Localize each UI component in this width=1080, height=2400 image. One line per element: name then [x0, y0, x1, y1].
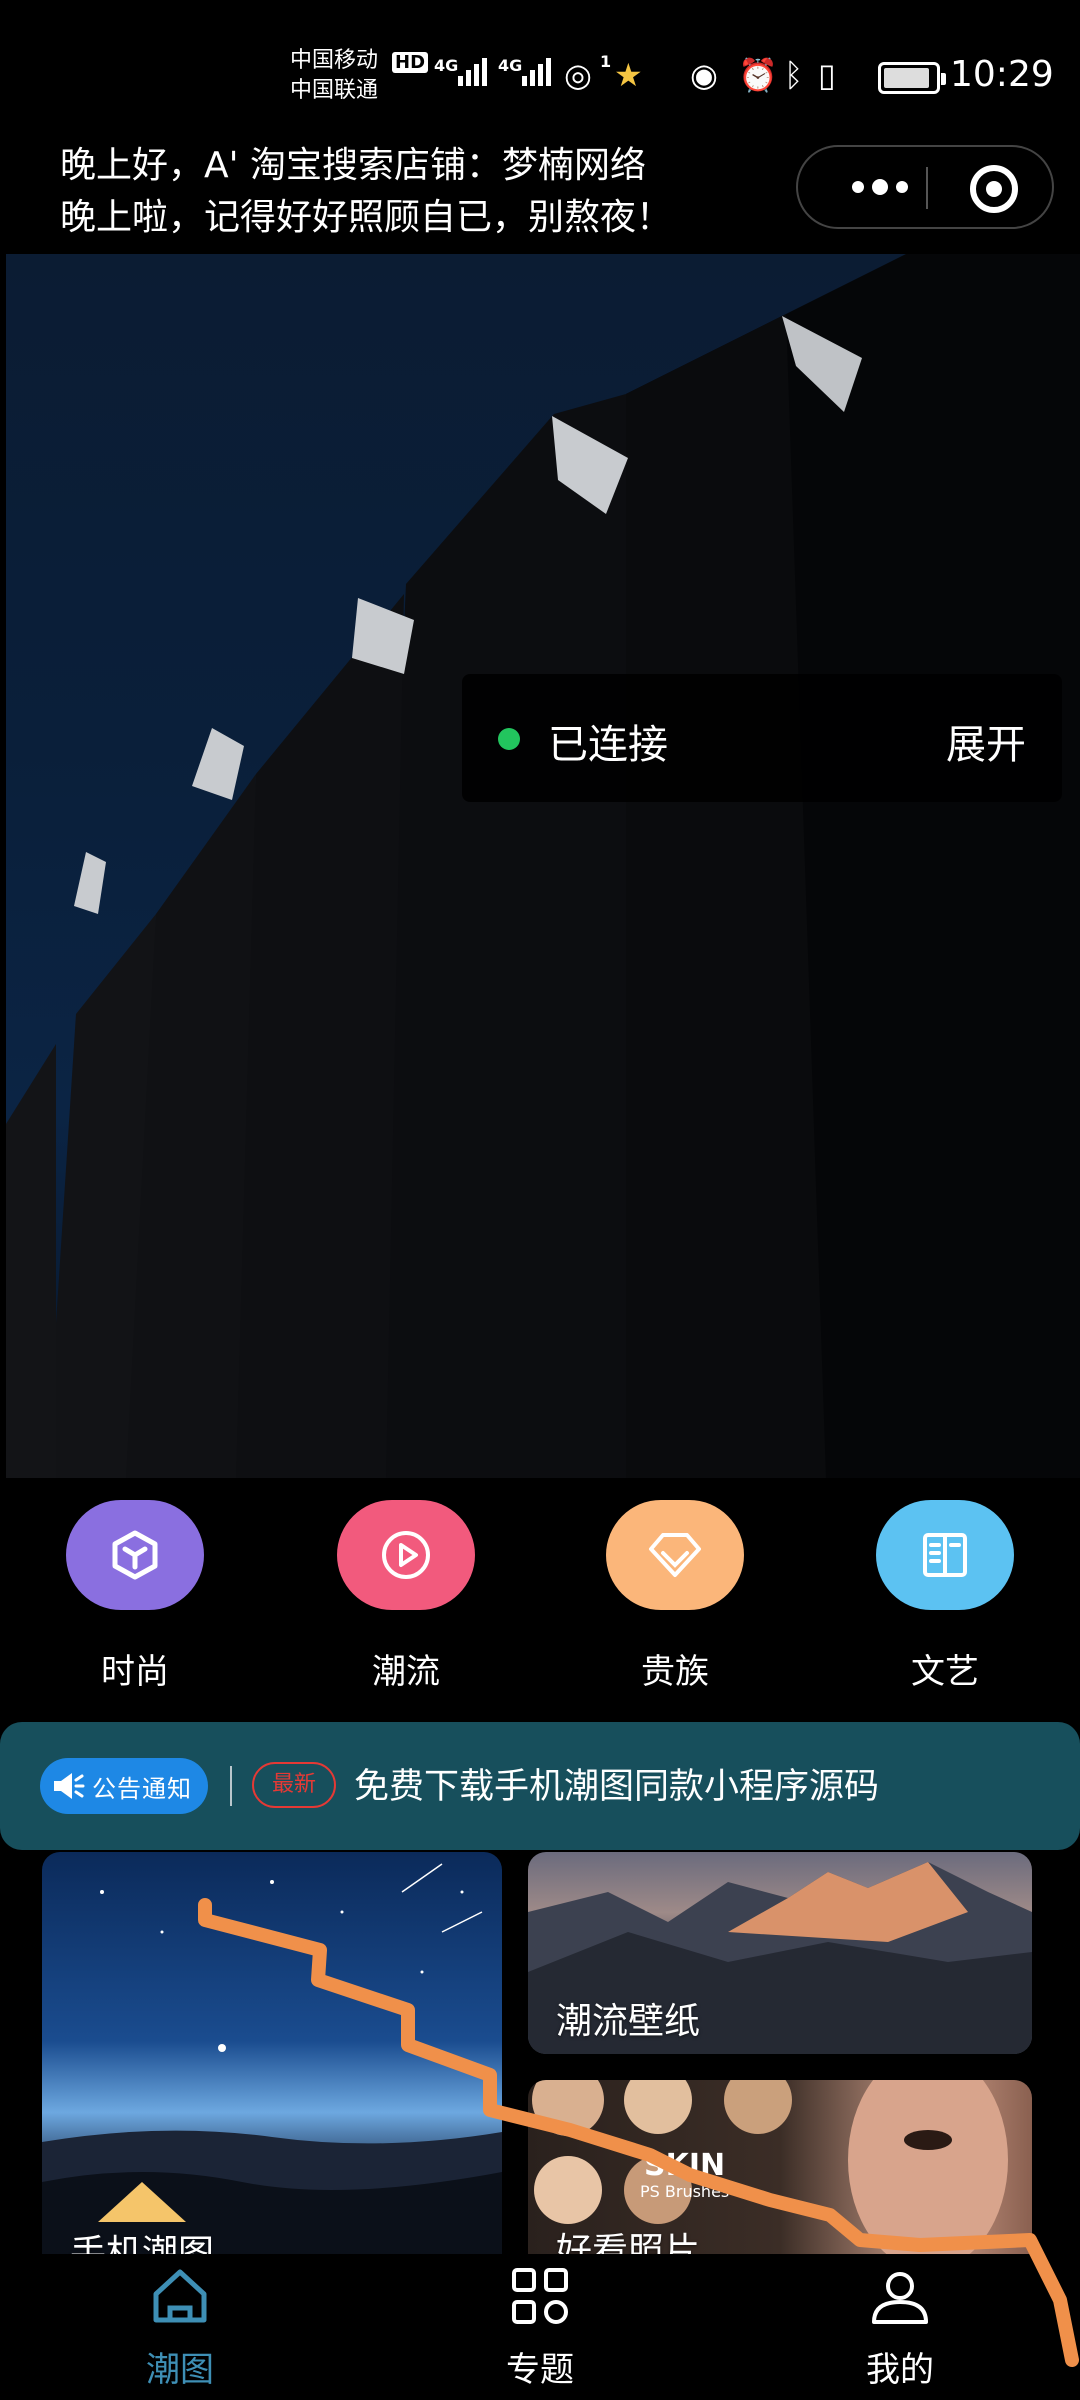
home-icon: [153, 2269, 207, 2323]
card-phone-wallpaper[interactable]: 手机潮图: [42, 1852, 502, 2254]
notice-bar[interactable]: 公告通知 最新 免费下载手机潮图同款小程序源码: [0, 1722, 1080, 1850]
carrier-1: 中国移动: [290, 48, 379, 73]
notice-badge-label: 公告通知: [92, 1774, 192, 1803]
notice-text[interactable]: 免费下载手机潮图同款小程序源码: [354, 1758, 879, 1809]
category-item-noble[interactable]: 贵族: [600, 1500, 750, 1693]
signal-icon-1: [458, 58, 487, 86]
category-label: 潮流: [372, 1652, 440, 1692]
category-label: 文艺: [911, 1652, 979, 1692]
new-tag: 最新: [252, 1762, 336, 1808]
tab-label: 专题: [506, 2350, 574, 2390]
user-icon: [872, 2272, 928, 2324]
capsule-divider: [926, 167, 928, 209]
diamond-icon: [606, 1500, 744, 1610]
hero-banner[interactable]: 已连接 展开: [6, 254, 1080, 1478]
bluetooth-icon: ᛒ: [784, 56, 804, 94]
tab-home[interactable]: 潮图: [80, 2264, 280, 2391]
carrier-names: 中国移动 中国联通: [290, 46, 378, 106]
starry-night-image: [42, 1863, 502, 2254]
megaphone-icon: [54, 1773, 85, 1799]
card-title: 潮流壁纸: [556, 2001, 701, 2042]
network-type-2: 4G: [498, 56, 523, 75]
more-menu-button[interactable]: [832, 147, 928, 227]
eye-icon: ◉: [690, 56, 718, 94]
category-item-trend[interactable]: 潮流: [331, 1500, 481, 1693]
notice-badge: 公告通知: [40, 1758, 208, 1814]
category-item-fashion[interactable]: 时尚: [60, 1500, 210, 1693]
alarm-icon: ⏰: [738, 56, 778, 94]
book-icon: [876, 1500, 1014, 1610]
card-title: 手机潮图: [70, 2233, 215, 2254]
hotspot-icon: ◎: [564, 56, 592, 94]
tab-mine[interactable]: 我的: [800, 2264, 1000, 2391]
clock: 10:29: [950, 54, 1054, 95]
connection-status-card: 已连接 展开: [462, 674, 1062, 802]
hd-badge: HD: [392, 52, 429, 73]
expand-button[interactable]: 展开: [946, 712, 1026, 770]
category-label: 时尚: [101, 1652, 169, 1692]
category-nav: 时尚 潮流 贵族 文艺: [0, 1500, 1080, 1710]
bottom-tab-bar: 潮图 专题 我的: [0, 2254, 1080, 2400]
tab-topics[interactable]: 专题: [440, 2264, 640, 2391]
greeting-line-1: 晚上好，A' 淘宝搜索店铺：梦楠网络: [60, 145, 646, 186]
signal-icon-2: [522, 58, 551, 86]
play-circle-icon: [337, 1500, 475, 1610]
connected-dot-icon: [498, 728, 520, 750]
building-image: [6, 254, 1080, 1478]
hotspot-count: 1: [600, 52, 612, 71]
category-item-art[interactable]: 文艺: [870, 1500, 1020, 1693]
tab-label: 我的: [866, 2350, 934, 2390]
image-card-grid: 手机潮图 潮流壁纸 SKIN PS Brushes 好看照片: [0, 1850, 1080, 2254]
network-type-1: 4G: [434, 56, 459, 75]
cube-icon: [66, 1500, 204, 1610]
star-icon: ★: [614, 56, 643, 94]
card-trend-wallpaper[interactable]: 潮流壁纸: [528, 1852, 1032, 2054]
status-bar: 中国移动 中国联通 HD 4G 4G ◎ 1 ★ ◉ ⏰ ᛒ ▯ 10:29: [0, 0, 1080, 130]
connection-status: 已连接: [548, 722, 668, 768]
tab-label: 潮图: [146, 2350, 214, 2390]
carrier-2: 中国联通: [290, 78, 379, 103]
battery-icon: [878, 62, 946, 94]
vibrate-icon: ▯: [818, 56, 836, 94]
close-miniprogram-button[interactable]: [970, 165, 1018, 213]
category-label: 贵族: [641, 1652, 709, 1692]
image-text-brushes: PS Brushes: [640, 2182, 730, 2201]
miniprogram-capsule: [796, 145, 1054, 229]
grid-icon: [512, 2268, 568, 2324]
greeting: 晚上好，A' 淘宝搜索店铺：梦楠网络 晚上啦，记得好好照顾自已，别熬夜！: [60, 140, 672, 244]
notice-divider: [230, 1766, 232, 1806]
image-text-skin: SKIN: [644, 2148, 726, 2183]
card-title: 好看照片: [556, 2231, 701, 2254]
battery-level: [884, 68, 929, 88]
card-nice-photos[interactable]: SKIN PS Brushes 好看照片: [528, 2080, 1032, 2254]
greeting-line-2: 晚上啦，记得好好照顾自已，别熬夜！: [60, 197, 673, 238]
